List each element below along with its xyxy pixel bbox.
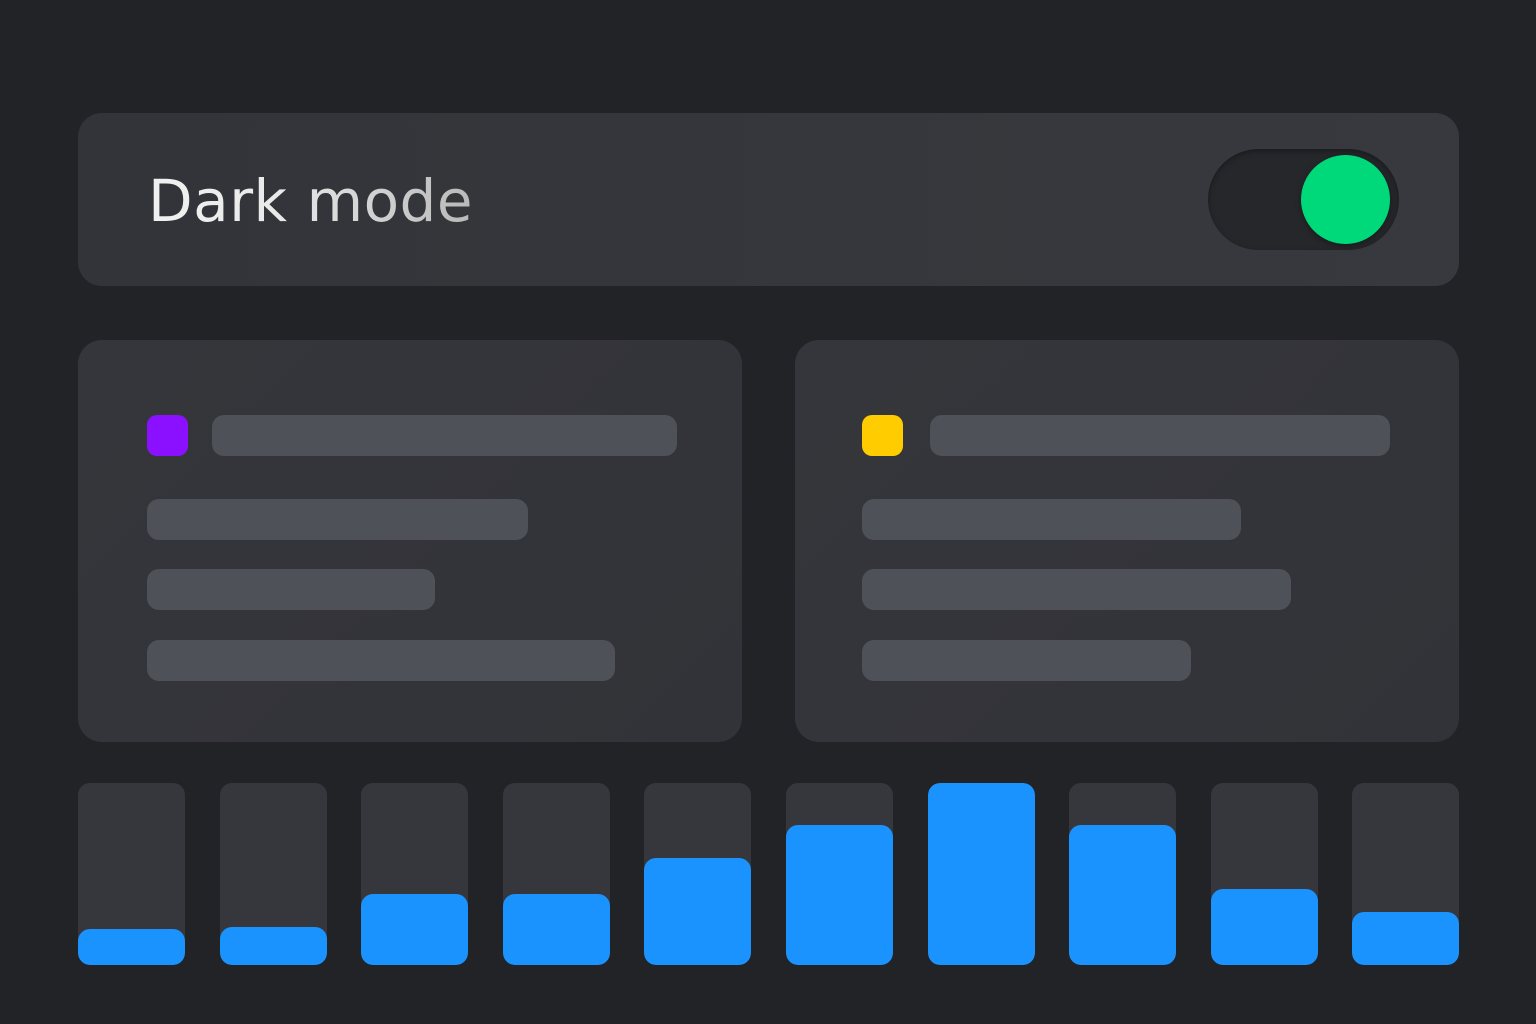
skeleton-line xyxy=(147,640,615,681)
bar-track xyxy=(786,783,893,965)
bar-fill xyxy=(1069,825,1176,965)
skeleton-line xyxy=(147,569,435,610)
bar-fill xyxy=(1352,912,1459,965)
skeleton-line xyxy=(147,499,528,540)
dark-mode-label: Dark mode xyxy=(148,163,473,239)
toggle-knob xyxy=(1301,155,1390,244)
dark-mode-setting-card: Dark mode xyxy=(78,113,1459,286)
bar-fill xyxy=(786,825,893,965)
bar-fill xyxy=(503,894,610,965)
bar-track xyxy=(1352,783,1459,965)
bar-fill xyxy=(361,894,468,965)
skeleton-title xyxy=(212,415,677,456)
page: Dark mode xyxy=(0,0,1536,1024)
skeleton-line xyxy=(862,640,1191,681)
skeleton-line xyxy=(862,569,1291,610)
bar-track xyxy=(78,783,185,965)
bar-track xyxy=(1069,783,1176,965)
content-card-left xyxy=(78,340,742,742)
bar-track xyxy=(928,783,1035,965)
dark-mode-toggle[interactable] xyxy=(1208,149,1399,250)
content-card-right xyxy=(795,340,1459,742)
bar-fill xyxy=(220,927,327,965)
bar-fill xyxy=(1211,889,1318,965)
bar-track xyxy=(644,783,751,965)
bar-track xyxy=(503,783,610,965)
bar-meter-row xyxy=(78,783,1459,966)
bar-fill xyxy=(644,858,751,965)
accent-square-icon xyxy=(862,415,903,456)
bar-track xyxy=(1211,783,1318,965)
bar-track xyxy=(361,783,468,965)
bar-fill xyxy=(78,929,185,965)
skeleton-line xyxy=(862,499,1241,540)
accent-square-icon xyxy=(147,415,188,456)
bar-fill xyxy=(928,783,1035,965)
skeleton-title xyxy=(930,415,1390,456)
bar-track xyxy=(220,783,327,965)
